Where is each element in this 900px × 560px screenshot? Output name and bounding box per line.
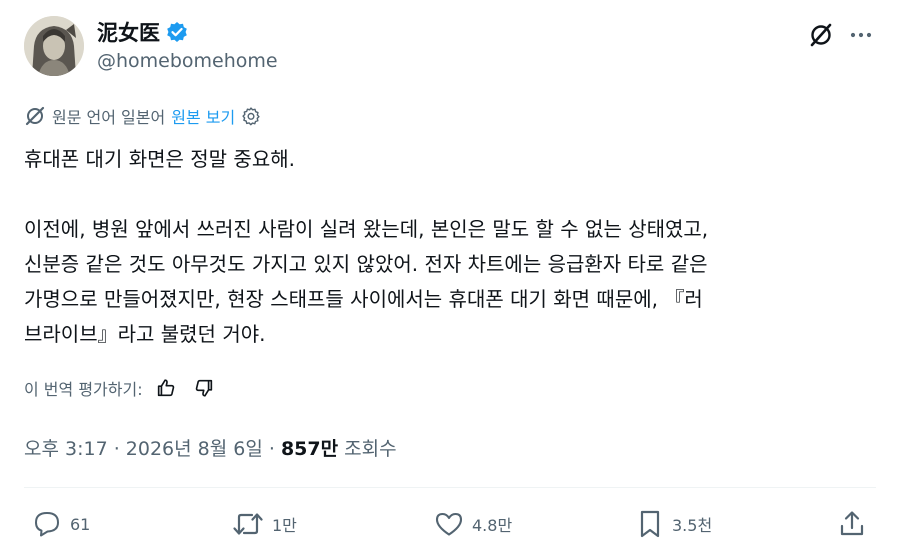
share-icon bbox=[838, 509, 866, 539]
reply-icon bbox=[32, 510, 62, 538]
bookmark-button[interactable]: 3.5천 bbox=[636, 506, 712, 542]
action-bar: 61 1만 4.8만 3.5천 bbox=[24, 506, 876, 542]
verified-badge-icon bbox=[166, 21, 188, 43]
translate-grok-icon bbox=[24, 105, 46, 127]
post-text: 휴대폰 대기 화면은 정말 중요해. 이전에, 병원 앞에서 쓰러진 사람이 실… bbox=[24, 142, 876, 352]
like-count: 4.8만 bbox=[472, 516, 513, 535]
translation-source-label: 원문 언어 일본어 bbox=[52, 108, 166, 127]
heart-icon bbox=[434, 510, 464, 538]
thumbs-down-icon[interactable] bbox=[193, 377, 215, 399]
post-line-2: 이전에, 병원 앞에서 쓰러진 사람이 실려 왔는데, 본인은 말도 할 수 없… bbox=[24, 217, 709, 241]
bookmark-count: 3.5천 bbox=[672, 516, 713, 535]
author-handle[interactable]: @homebomehome bbox=[97, 50, 278, 72]
post-line-5: 브라이브』라고 불렸던 거야. bbox=[24, 322, 266, 346]
repost-count: 1만 bbox=[272, 516, 297, 535]
rate-translation: 이 번역 평가하기: bbox=[24, 376, 215, 400]
bookmark-icon bbox=[636, 509, 664, 539]
repost-button[interactable]: 1만 bbox=[232, 506, 297, 542]
more-icon[interactable] bbox=[846, 20, 876, 50]
rate-translation-label: 이 번역 평가하기: bbox=[24, 380, 143, 399]
repost-icon bbox=[232, 510, 264, 538]
views-count: 857만 bbox=[280, 438, 339, 460]
thumbs-up-icon[interactable] bbox=[155, 377, 177, 399]
avatar[interactable] bbox=[24, 16, 84, 76]
post-line-4: 가명으로 만들어졌지만, 현장 스태프들 사이에서는 휴대폰 대기 화면 때문에… bbox=[24, 287, 703, 311]
post-timestamp[interactable]: 오후 3:17 · 2026년 8월 6일 · bbox=[24, 438, 281, 460]
post-line-1: 휴대폰 대기 화면은 정말 중요해. bbox=[24, 147, 295, 171]
translation-bar: 원문 언어 일본어 원본 보기 bbox=[24, 104, 261, 128]
reply-count: 61 bbox=[70, 514, 91, 534]
author-name[interactable]: 泥女医 bbox=[97, 17, 160, 47]
reply-button[interactable]: 61 bbox=[32, 506, 90, 542]
view-original-link[interactable]: 원본 보기 bbox=[171, 104, 235, 128]
gear-icon[interactable] bbox=[241, 106, 261, 126]
share-button[interactable] bbox=[838, 506, 866, 542]
author-name-row: 泥女医 bbox=[97, 17, 188, 47]
views-label: 조회수 bbox=[338, 438, 397, 460]
divider bbox=[24, 487, 876, 488]
post-meta: 오후 3:17 · 2026년 8월 6일 · 857만 조회수 bbox=[24, 434, 397, 461]
grok-icon[interactable] bbox=[806, 20, 836, 50]
like-button[interactable]: 4.8만 bbox=[434, 506, 512, 542]
post-line-3: 신분증 같은 것도 아무것도 가지고 있지 않았어. 전자 차트에는 응급환자 … bbox=[24, 252, 708, 276]
